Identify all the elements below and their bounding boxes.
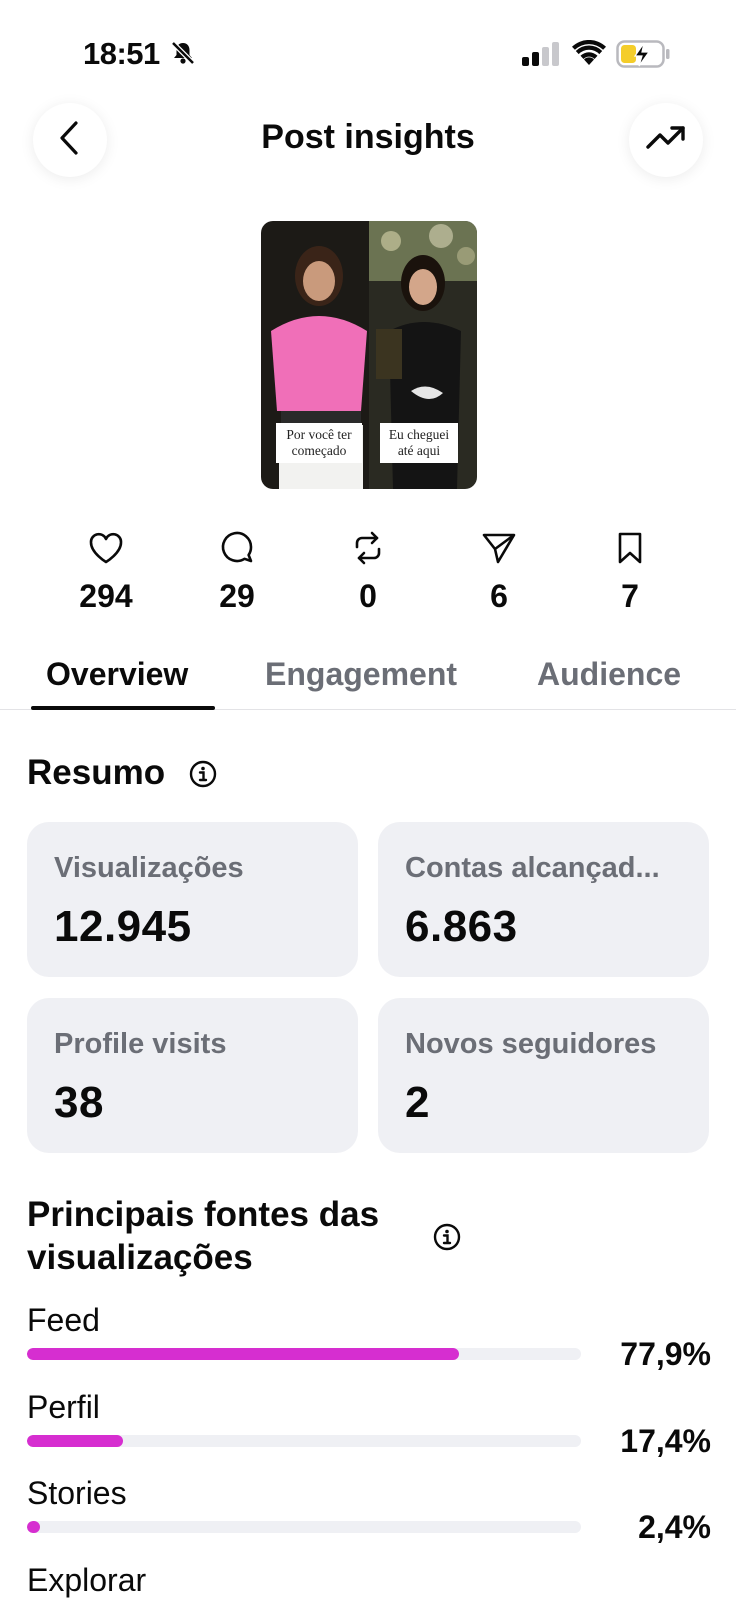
info-icon[interactable] [433,1223,461,1256]
source-percent: 17,4% [620,1423,711,1459]
card-value: 6.863 [405,902,518,951]
source-bar-fill [27,1521,40,1533]
tab-overview[interactable]: Overview [46,656,188,693]
comments-stat: 29 [177,530,297,615]
views-card[interactable]: Visualizações 12.945 [27,822,358,977]
card-label: Novos seguidores [405,1028,657,1060]
engagement-stats: 294 29 0 6 7 [0,530,736,620]
shares-count: 6 [490,578,508,614]
sources-title: Principais fontes das visualizações [27,1195,380,1277]
source-row-feed: Feed 77,9% [27,1302,711,1388]
saves-count: 7 [621,578,639,614]
trending-up-icon [646,125,686,156]
repost-icon [351,530,385,571]
card-label: Contas alcançad... [405,852,660,884]
source-name: Stories [27,1475,127,1511]
share-icon [481,531,517,570]
source-bar-track [27,1435,581,1447]
new-followers-card[interactable]: Novos seguidores 2 [378,998,709,1153]
tab-engagement[interactable]: Engagement [265,656,457,693]
reposts-stat: 0 [308,530,428,615]
card-label: Visualizações [54,852,244,884]
comment-icon [219,530,255,571]
source-percent: 77,9% [620,1336,711,1372]
insights-tabs: Overview Engagement Audience [0,650,736,710]
caption-left: Por você ter começado [276,423,362,463]
source-bar-fill [27,1348,459,1360]
caption-right: Eu cheguei até aqui [380,423,458,463]
card-value: 12.945 [54,902,192,951]
cellular-signal-icon [522,42,560,71]
reposts-count: 0 [359,578,377,614]
comments-count: 29 [219,578,255,614]
page-title: Post insights [261,118,475,156]
source-row-explore: Explorar [27,1562,711,1600]
source-row-stories: Stories 2,4% [27,1475,711,1561]
heart-icon [88,531,124,570]
wifi-icon [572,39,606,71]
saves-stat: 7 [570,530,690,615]
tab-audience[interactable]: Audience [537,656,681,693]
likes-stat: 294 [46,530,166,615]
active-tab-indicator [31,706,215,710]
source-bar-track [27,1348,581,1360]
info-icon[interactable] [189,760,217,793]
source-percent: 2,4% [638,1509,711,1545]
card-value: 38 [54,1078,104,1127]
source-name: Feed [27,1302,100,1338]
source-bar-fill [27,1435,123,1447]
bell-muted-icon [170,40,196,71]
card-label: Profile visits [54,1028,227,1060]
post-thumbnail[interactable]: Por você ter começado Eu cheguei até aqu… [261,221,477,489]
summary-title: Resumo [27,753,166,792]
profile-visits-card[interactable]: Profile visits 38 [27,998,358,1153]
likes-count: 294 [79,578,133,614]
source-name: Explorar [27,1562,147,1598]
source-row-profile: Perfil 17,4% [27,1389,711,1475]
trending-button[interactable] [629,103,703,177]
status-time: 18:51 [83,36,160,71]
source-bar-track [27,1521,581,1533]
bookmark-icon [616,531,644,570]
source-name: Perfil [27,1389,100,1425]
status-bar: 18:51 [0,0,736,100]
shares-stat: 6 [439,530,559,615]
card-value: 2 [405,1078,430,1127]
battery-charging-icon [616,40,670,73]
accounts-reached-card[interactable]: Contas alcançad... 6.863 [378,822,709,977]
